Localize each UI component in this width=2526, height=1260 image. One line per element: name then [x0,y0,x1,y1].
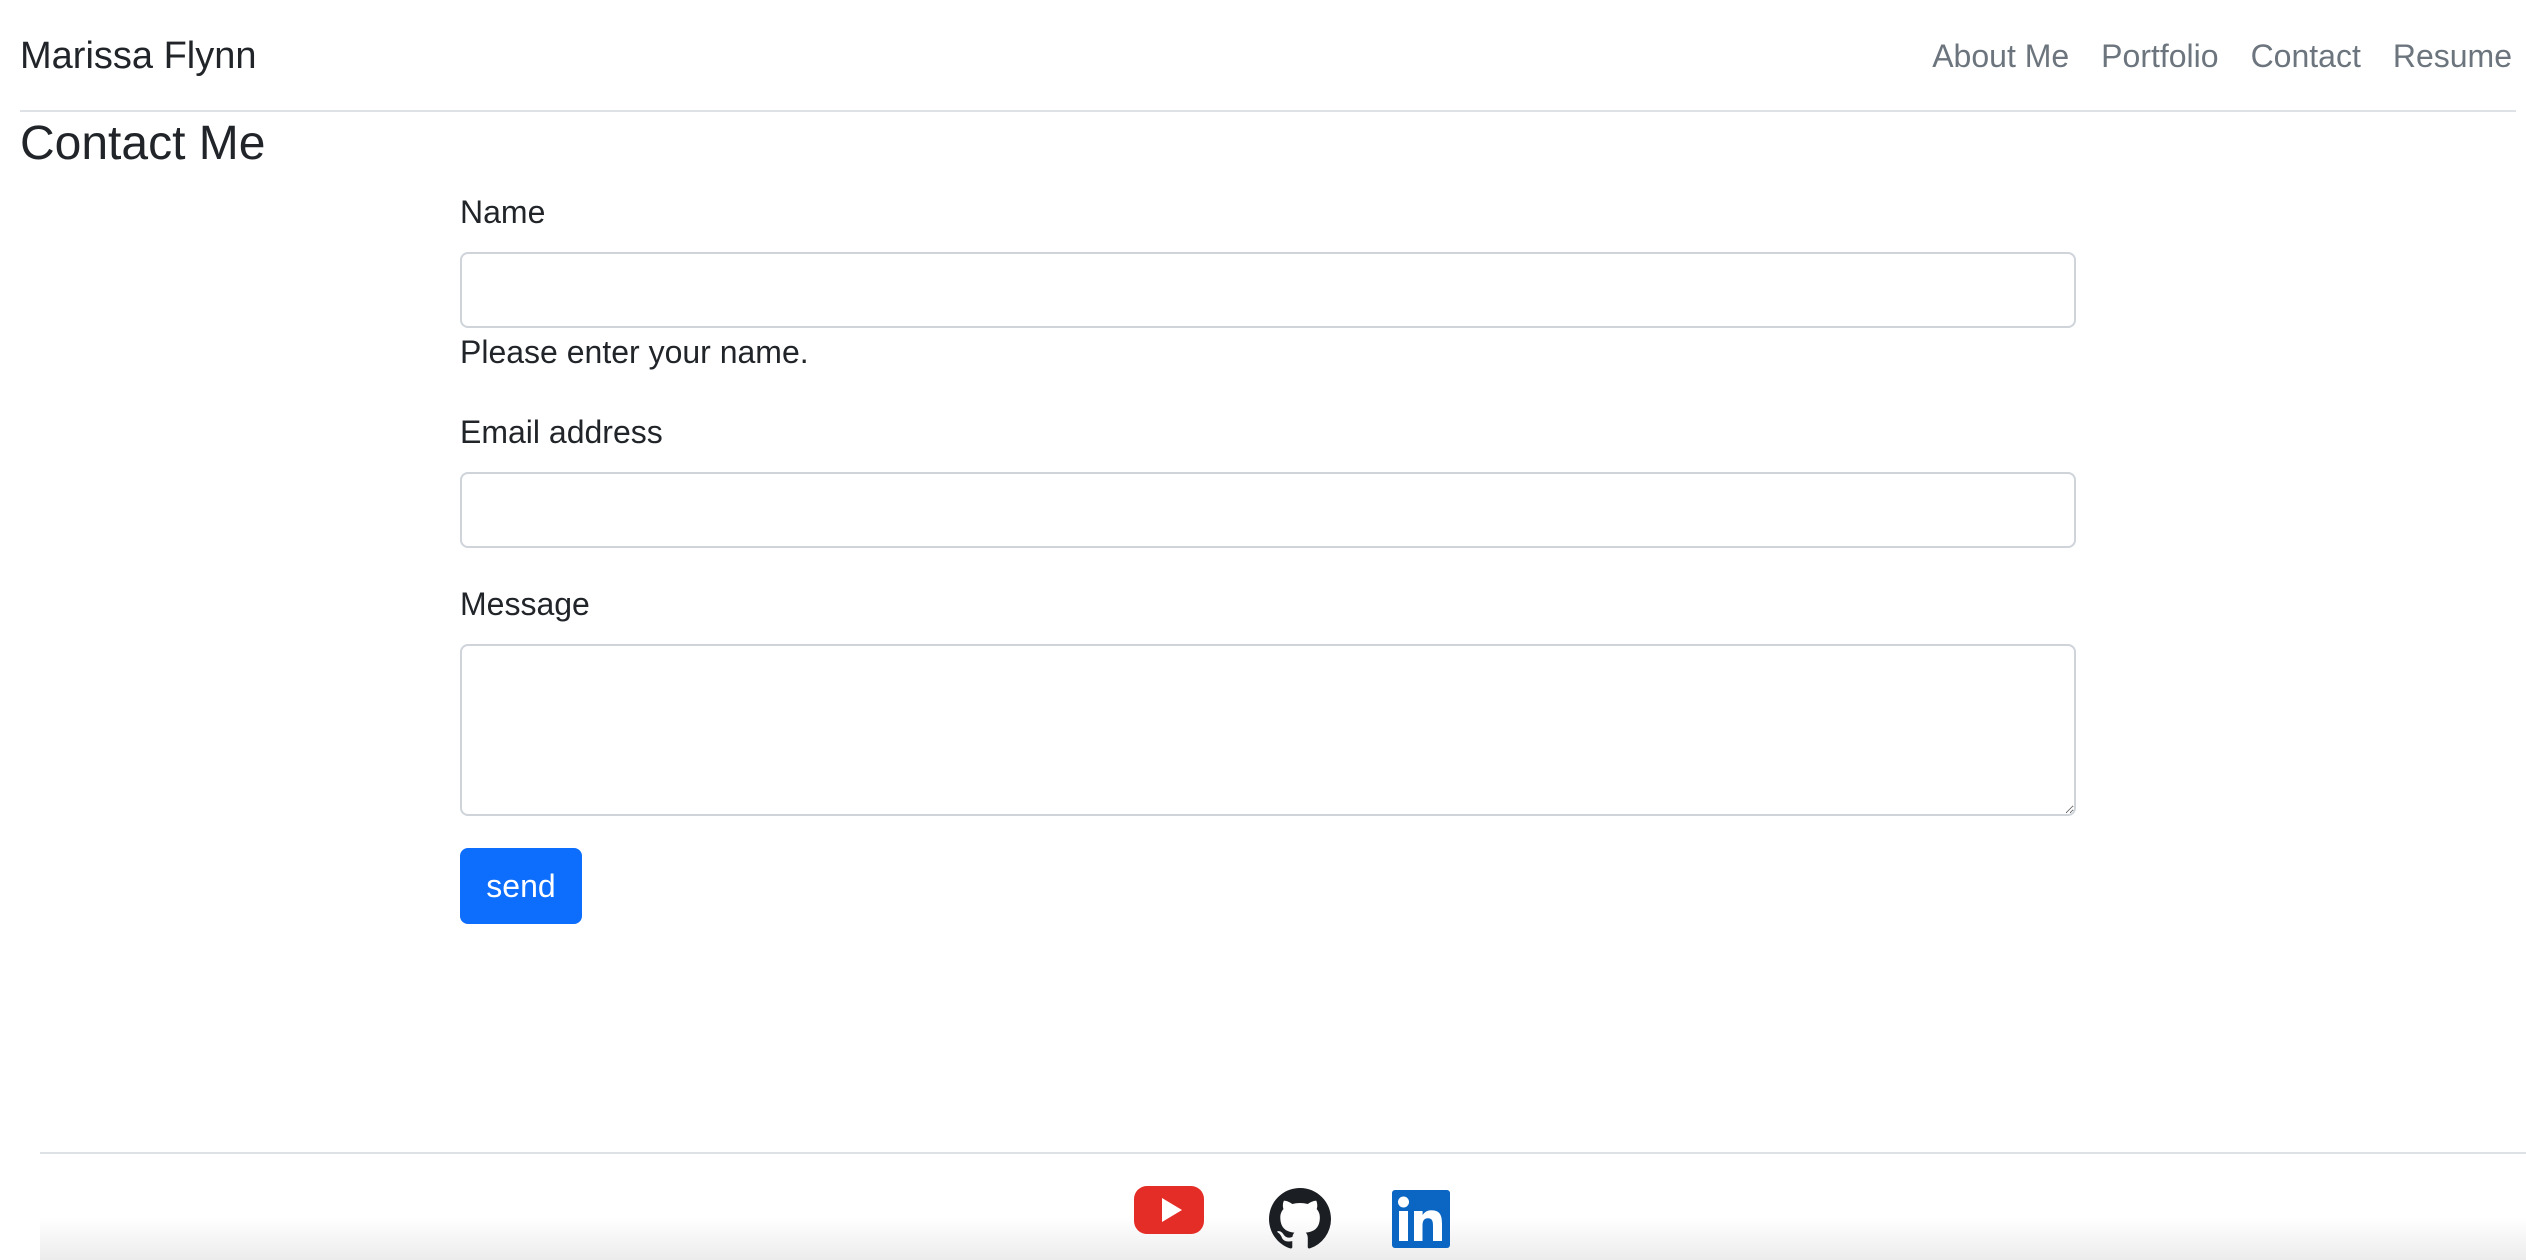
nav-link-portfolio[interactable]: Portfolio [2101,30,2218,82]
youtube-icon [1134,1186,1204,1234]
name-error-text: Please enter your name. [460,334,809,370]
email-label: Email address [460,414,663,450]
name-label: Name [460,194,546,230]
nav-link-contact[interactable]: Contact [2251,30,2361,82]
navbar: Marissa Flynn About Me Portfolio Contact… [20,0,2516,112]
nav-link-resume[interactable]: Resume [2393,30,2512,82]
message-textarea[interactable] [460,644,2076,816]
send-button[interactable]: send [460,848,582,924]
page-title: Contact Me [20,117,266,170]
nav-link-about-me[interactable]: About Me [1932,30,2069,82]
footer [40,1152,2526,1260]
github-icon [1269,1188,1331,1249]
name-input[interactable] [460,252,2076,328]
nav-links: About Me Portfolio Contact Resume [1932,30,2512,82]
email-input[interactable] [460,472,2076,548]
linkedin-link[interactable] [1392,1190,1450,1248]
brand-link[interactable]: Marissa Flynn [20,30,257,82]
github-link[interactable] [1268,1188,1332,1250]
linkedin-icon [1392,1190,1450,1248]
youtube-link[interactable] [1134,1184,1204,1236]
message-label: Message [460,586,590,622]
